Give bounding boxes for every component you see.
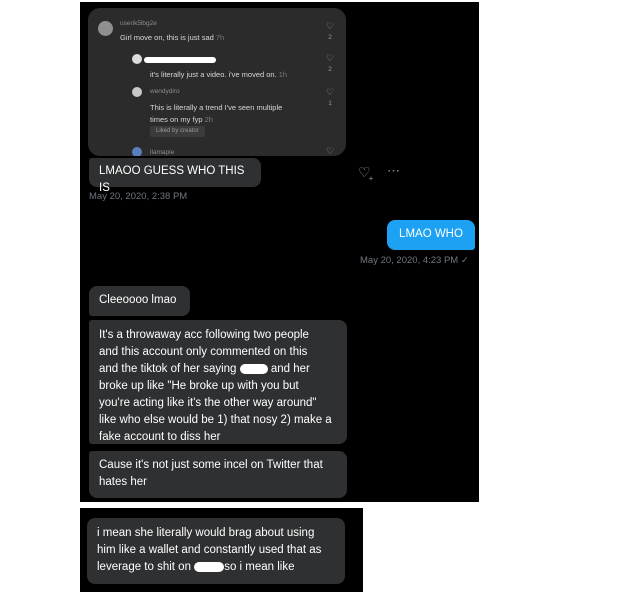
message-line: and this account only commented on this — [99, 346, 308, 358]
comment-username: llamapie — [150, 149, 175, 156]
incoming-message[interactable]: i mean she literally would brag about us… — [87, 518, 345, 584]
comment-username: wendydiro — [150, 88, 180, 95]
redacted-username — [144, 57, 216, 63]
shared-tiktok-comments-image[interactable]: userik5lbg2e Girl move on, this is just … — [88, 8, 346, 156]
liked-by-creator-badge: Liked by creator — [150, 126, 205, 137]
comment-text: This is literally a trend I've seen mult… — [150, 103, 283, 112]
comment-text: it's literally just a video. i've moved … — [150, 70, 288, 79]
redacted-name-scribble — [194, 561, 225, 572]
dm-conversation-panel-continued: i mean she literally would brag about us… — [80, 508, 363, 592]
message-text: LMAO WHO — [399, 228, 463, 240]
commenter-avatar — [132, 87, 142, 97]
message-line: hates her — [99, 476, 147, 488]
more-icon[interactable]: ⋯ — [387, 163, 401, 179]
commenter-avatar — [132, 147, 142, 156]
message-line: Cause it's not just some incel on Twitte… — [99, 459, 323, 471]
incoming-message[interactable]: LMAOO GUESS WHO THIS IS — [89, 158, 261, 194]
message-text: LMAOO GUESS WHO THIS IS — [99, 165, 245, 194]
message-timestamp: May 20, 2020, 4:23 PM ✓ — [360, 255, 469, 266]
redacted-name-scribble — [239, 363, 268, 374]
message-line: like who else would be 1) that nosy 2) m… — [99, 414, 332, 426]
dm-conversation-panel: userik5lbg2e Girl move on, this is just … — [80, 2, 479, 502]
message-line: and the tiktok of her saying and her — [99, 363, 310, 375]
comment-like-heart-icon[interactable]: ♡ 2 — [324, 54, 336, 74]
message-line: i mean she literally would brag about us… — [97, 527, 315, 539]
message-timestamp: May 20, 2020, 2:38 PM — [89, 191, 188, 202]
comment-username: userik5lbg2e — [120, 20, 157, 27]
comment-like-heart-icon[interactable]: ♡ — [324, 147, 336, 156]
incoming-message[interactable]: Cause it's not just some incel on Twitte… — [89, 451, 347, 498]
commenter-avatar — [98, 21, 113, 36]
commenter-avatar — [132, 54, 142, 64]
message-line: leverage to shit on so i mean like — [97, 561, 295, 573]
outgoing-message[interactable]: LMAO WHO — [387, 220, 475, 250]
incoming-message[interactable]: It's a throwaway acc following two peopl… — [89, 320, 347, 444]
message-line: It's a throwaway acc following two peopl… — [99, 329, 309, 341]
message-text: Cleeoooo lmao — [99, 294, 177, 306]
comment-like-heart-icon[interactable]: ♡ 1 — [324, 88, 336, 108]
comment-text: times on my fyp 2h — [150, 115, 213, 124]
message-line: broke up like "He broke up with you but — [99, 380, 299, 392]
heart-plus-icon[interactable]: ♡+ — [358, 164, 375, 183]
message-line: you're acting like it's the other way ar… — [99, 397, 317, 409]
incoming-message[interactable]: Cleeoooo lmao — [89, 286, 190, 316]
message-line: him like a wallet and constantly used th… — [97, 544, 322, 556]
comment-text: Girl move on, this is just sad 7h — [120, 33, 225, 42]
message-line: fake account to diss her — [99, 431, 221, 443]
comment-like-heart-icon[interactable]: ♡ 2 — [324, 22, 336, 42]
